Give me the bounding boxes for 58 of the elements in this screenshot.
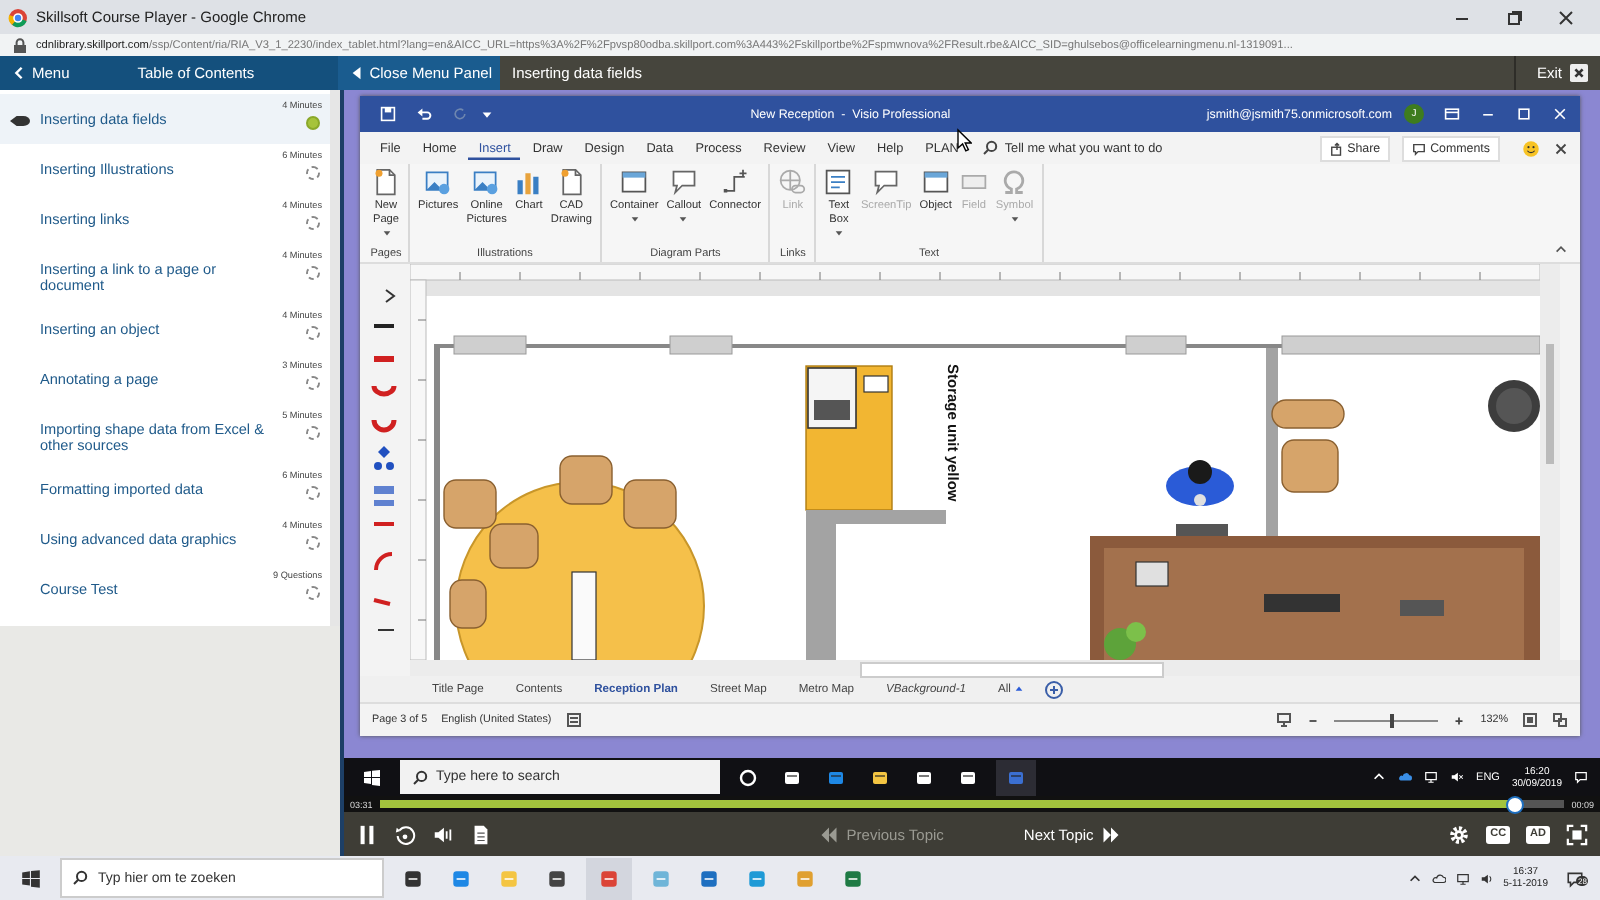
fullscreen-icon[interactable] — [1566, 823, 1588, 845]
zoom-in-icon[interactable] — [1452, 713, 1467, 727]
smiley-icon[interactable] — [1522, 139, 1540, 157]
close-icon — [1570, 64, 1588, 82]
chevron-up-icon[interactable] — [1372, 770, 1387, 784]
pointer-icon — [10, 114, 30, 128]
document-icon[interactable] — [470, 823, 492, 845]
fit-page-icon[interactable] — [1522, 712, 1538, 728]
maximize-icon[interactable] — [1516, 106, 1532, 122]
lock-icon — [12, 37, 28, 53]
save-icon[interactable] — [380, 106, 396, 122]
replay-icon[interactable] — [394, 823, 416, 845]
slider-thumb[interactable] — [1389, 713, 1394, 727]
macro-icon[interactable] — [565, 712, 582, 728]
caret-icon[interactable] — [480, 107, 494, 121]
pause-icon[interactable] — [356, 823, 378, 845]
share-icon — [1329, 141, 1344, 155]
connector-icon — [721, 168, 750, 196]
cloud-icon[interactable] — [1398, 770, 1413, 784]
globe-icon — [778, 168, 807, 196]
caret-icon — [833, 228, 844, 239]
scrollbar[interactable] — [330, 90, 340, 626]
caret-icon — [678, 214, 689, 225]
speaker-icon[interactable] — [432, 823, 454, 845]
double-chevron-right-icon — [1101, 825, 1120, 843]
settings-icon[interactable] — [1448, 823, 1471, 845]
chrome-logo-icon — [8, 7, 28, 27]
comment-icon — [1412, 141, 1427, 155]
ribbon-display-icon[interactable] — [1444, 106, 1460, 122]
muted-speaker-icon[interactable] — [1450, 770, 1465, 784]
caret-icon — [381, 228, 391, 239]
caret-icon — [1009, 214, 1020, 225]
search-icon — [412, 769, 428, 785]
restore-icon[interactable] — [1504, 7, 1524, 27]
chevron-up-icon[interactable] — [1407, 871, 1422, 885]
add-page-icon[interactable] — [1044, 679, 1065, 699]
chevron-up-icon[interactable] — [1554, 242, 1568, 256]
triangle-left-icon — [349, 66, 364, 80]
caret-icon — [629, 214, 640, 225]
switch-windows-icon[interactable] — [1552, 712, 1568, 728]
notification-icon[interactable] — [1574, 770, 1588, 784]
scrollbar[interactable] — [410, 660, 1580, 676]
close-icon[interactable] — [1556, 7, 1576, 27]
chevron-left-icon — [12, 66, 26, 80]
search-icon — [72, 870, 88, 886]
search-icon — [982, 140, 999, 156]
undo-icon[interactable] — [416, 106, 432, 122]
cloud-icon[interactable] — [1431, 871, 1446, 885]
bar-chart-icon — [514, 168, 543, 196]
speaker-icon[interactable] — [1479, 871, 1494, 885]
double-chevron-left-icon — [820, 825, 839, 843]
scrollbar[interactable] — [1540, 264, 1560, 660]
network-icon[interactable] — [1455, 871, 1470, 885]
mouse-pointer-icon — [956, 128, 972, 152]
presentation-icon[interactable] — [1276, 712, 1293, 728]
close-icon[interactable] — [1552, 139, 1570, 157]
omega-icon — [1000, 168, 1029, 196]
caret-up-icon — [1014, 684, 1025, 694]
